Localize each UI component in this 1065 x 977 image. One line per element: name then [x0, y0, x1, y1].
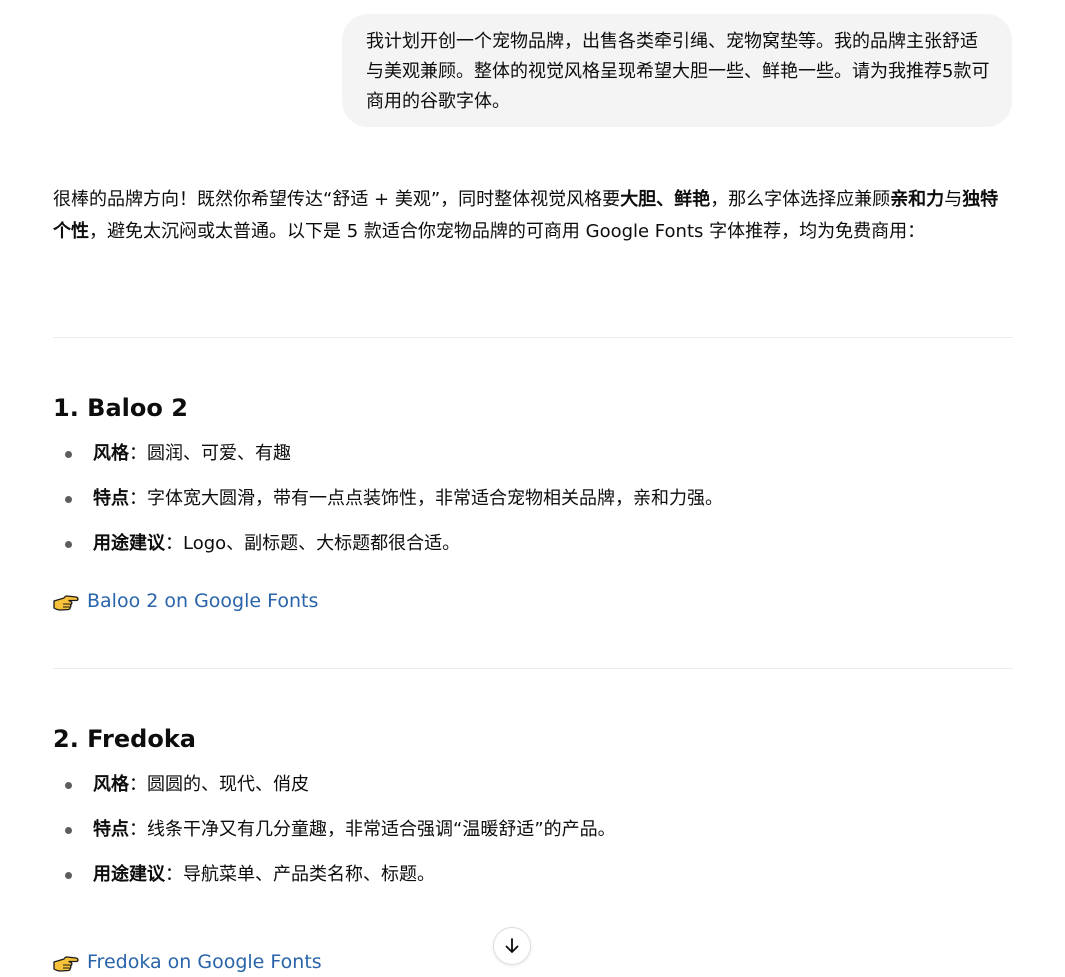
user-message-bubble: 我计划开创一个宠物品牌，出售各类牵引绳、宠物窝垫等。我的品牌主张舒适与美观兼顾。… — [342, 14, 1012, 127]
bullet-key: 风格 — [93, 443, 129, 464]
bullet-value: 线条干净又有几分童趣，非常适合强调“温暖舒适”的产品。 — [147, 819, 616, 840]
font-section-title: 2. Fredoka — [53, 725, 196, 753]
list-item: 用途建议：Logo、副标题、大标题都很合适。 — [53, 529, 1013, 559]
assistant-message: 很棒的品牌方向！既然你希望传达“舒适 + 美观”，同时整体视觉风格要大胆、鲜艳，… — [53, 184, 1013, 248]
list-item: 特点：字体宽大圆滑，带有一点点装饰性，非常适合宠物相关品牌，亲和力强。 — [53, 484, 1013, 514]
bullet-sep: ： — [129, 443, 147, 464]
bullet-sep: ： — [129, 488, 147, 509]
section-divider — [53, 337, 1013, 338]
scroll-to-bottom-button[interactable] — [493, 927, 531, 965]
intro-text: ，那么字体选择应兼顾 — [710, 189, 891, 210]
font-section-fredoka: 2. Fredoka 风格：圆圆的、现代、俏皮 特点：线条干净又有几分童趣，非常… — [53, 723, 1013, 890]
font-details-list: 风格：圆圆的、现代、俏皮 特点：线条干净又有几分童趣，非常适合强调“温暖舒适”的… — [53, 770, 1013, 890]
intro-bold: 亲和力 — [890, 189, 945, 210]
list-item: 用途建议：导航菜单、产品类名称、标题。 — [53, 860, 1013, 890]
bullet-value: 字体宽大圆滑，带有一点点装饰性，非常适合宠物相关品牌，亲和力强。 — [147, 488, 723, 509]
bullet-key: 用途建议 — [93, 864, 165, 885]
intro-text: 很棒的品牌方向！既然你希望传达“舒适 + 美观”，同时整体视觉风格要 — [53, 189, 621, 210]
section-divider — [53, 668, 1013, 669]
bullet-dot — [65, 827, 72, 834]
bullet-key: 风格 — [93, 774, 129, 795]
font-details-list: 风格：圆润、可爱、有趣 特点：字体宽大圆滑，带有一点点装饰性，非常适合宠物相关品… — [53, 439, 1013, 559]
chat-conversation: 我计划开创一个宠物品牌，出售各类牵引绳、宠物窝垫等。我的品牌主张舒适与美观兼顾。… — [0, 0, 1065, 973]
arrow-down-icon — [505, 938, 519, 953]
list-item: 风格：圆圆的、现代、俏皮 — [53, 770, 1013, 800]
google-fonts-link-baloo-2[interactable]: Baloo 2 on Google Fonts — [87, 586, 318, 616]
intro-text: ，避免太沉闷或太普通。以下是 5 款适合你宠物品牌的可商用 Google Fon… — [89, 221, 926, 242]
bullet-dot — [65, 872, 72, 879]
google-fonts-link-fredoka[interactable]: Fredoka on Google Fonts — [87, 947, 322, 977]
intro-text: 与 — [944, 189, 963, 210]
bullet-dot — [65, 782, 72, 789]
bullet-sep: ： — [129, 819, 147, 840]
font-link-row: Fredoka on Google Fonts — [53, 947, 1013, 977]
bullet-dot — [65, 451, 72, 458]
bullet-key: 用途建议 — [93, 533, 165, 554]
bullet-value: 导航菜单、产品类名称、标题。 — [183, 864, 435, 885]
list-item: 风格：圆润、可爱、有趣 — [53, 439, 1013, 469]
bullet-sep: ： — [165, 533, 183, 554]
bullet-value: 圆圆的、现代、俏皮 — [147, 774, 309, 795]
bullet-sep: ： — [129, 774, 147, 795]
bullet-value: Logo、副标题、大标题都很合适。 — [183, 533, 461, 554]
hand-pointing-right-icon — [53, 595, 79, 611]
bullet-dot — [65, 541, 72, 548]
bullet-value: 圆润、可爱、有趣 — [147, 443, 291, 464]
font-section-baloo-2: 1. Baloo 2 风格：圆润、可爱、有趣 特点：字体宽大圆滑，带有一点点装饰… — [53, 392, 1013, 559]
bullet-key: 特点 — [93, 488, 129, 509]
bullet-sep: ： — [165, 864, 183, 885]
hand-pointing-right-icon — [53, 956, 79, 972]
font-section-title: 1. Baloo 2 — [53, 394, 188, 422]
intro-bold: 大胆、鲜艳 — [620, 189, 711, 210]
font-link-row: Baloo 2 on Google Fonts — [53, 586, 1013, 616]
bullet-key: 特点 — [93, 819, 129, 840]
user-message-text: 我计划开创一个宠物品牌，出售各类牵引绳、宠物窝垫等。我的品牌主张舒适与美观兼顾。… — [366, 31, 990, 112]
list-item: 特点：线条干净又有几分童趣，非常适合强调“温暖舒适”的产品。 — [53, 815, 1013, 845]
bullet-dot — [65, 496, 72, 503]
assistant-intro: 很棒的品牌方向！既然你希望传达“舒适 + 美观”，同时整体视觉风格要大胆、鲜艳，… — [53, 184, 1013, 248]
